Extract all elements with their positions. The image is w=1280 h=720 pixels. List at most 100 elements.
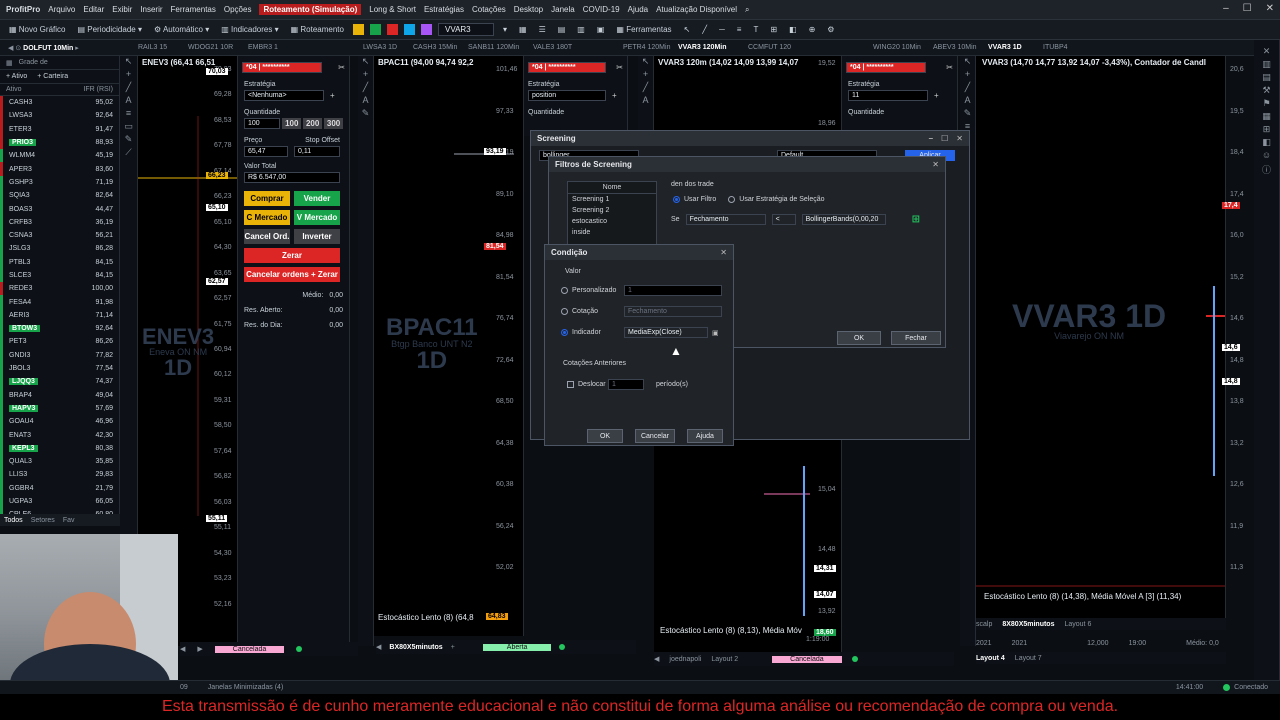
table-row[interactable]: FESA4 91,98: [0, 295, 119, 309]
cond-field[interactable]: BollingerBands(0,00,20: [801, 214, 886, 225]
cancel-ord-button[interactable]: Cancel Ord.: [244, 229, 290, 244]
right-news-icon[interactable]: ▦: [1254, 111, 1279, 124]
table-row[interactable]: JSLG3 86,28: [0, 242, 119, 256]
ticker-dropdown-icon[interactable]: ▾: [500, 24, 510, 35]
rect-tool-icon[interactable]: ▭: [120, 121, 137, 134]
chart-vvar3-1d[interactable]: VVAR3 (14,70 14,77 13,92 14,07 -3,43%), …: [976, 56, 1226, 626]
pointer-tool2-icon[interactable]: ↖: [358, 56, 373, 69]
tab-rail3[interactable]: RAIL3 15: [130, 44, 180, 51]
table-row[interactable]: HAPV3 57,69: [0, 401, 119, 416]
comprar-button[interactable]: Comprar: [244, 191, 290, 206]
table-row[interactable]: APER3 83,60: [0, 162, 119, 176]
footer4-layout7[interactable]: Layout 7: [1015, 655, 1042, 662]
cancelar-zerar-button[interactable]: Cancelar ordens + Zerar: [244, 267, 340, 282]
fibo-tool-icon[interactable]: ≡: [120, 108, 137, 121]
filtros-item-4[interactable]: inside: [568, 227, 656, 238]
periodicity-dropdown[interactable]: ▤ Periodicidade ▾: [74, 24, 145, 35]
status-minimized-windows[interactable]: Janelas Minimizadas (4): [208, 684, 283, 691]
right-layers-icon[interactable]: ◧: [1254, 137, 1279, 150]
menu-opcoes[interactable]: Opções: [224, 5, 252, 14]
qty-300-button[interactable]: 300: [324, 118, 343, 129]
shapes-icon[interactable]: ◧: [786, 24, 800, 35]
table-icon[interactable]: ▤: [555, 24, 569, 35]
menu-desktop[interactable]: Desktop: [514, 5, 543, 14]
menu-editar[interactable]: Editar: [83, 5, 104, 14]
footer3-prev-icon[interactable]: ◀: [654, 655, 659, 663]
personalizado-radio[interactable]: [561, 287, 568, 294]
color-yellow-icon[interactable]: [352, 24, 364, 35]
table-row[interactable]: SQIA3 82,64: [0, 189, 119, 203]
table-row[interactable]: SLCE3 84,15: [0, 268, 119, 283]
table-row[interactable]: ETER3 91,47: [0, 122, 119, 136]
table-row[interactable]: PTBL3 84,15: [0, 255, 119, 269]
right-close-icon[interactable]: ✕: [1254, 46, 1279, 59]
menu-covid[interactable]: COVID-19: [583, 5, 620, 14]
fibo-icon[interactable]: ≡: [734, 24, 745, 35]
menu-inserir[interactable]: Inserir: [140, 5, 162, 14]
tab-cash3[interactable]: CASH3 15Min: [405, 44, 460, 51]
estrategia-select-3[interactable]: 11: [848, 90, 928, 101]
condicao-close-icon[interactable]: ✕: [720, 248, 727, 257]
screening-min-icon[interactable]: –: [929, 134, 933, 143]
c-mercado-button[interactable]: C Mercado: [244, 210, 290, 225]
footer3-layout[interactable]: Layout 2: [711, 656, 738, 663]
condicao-cancelar-button[interactable]: Cancelar: [635, 429, 675, 443]
footer2-aberta[interactable]: Aberta: [482, 643, 552, 651]
color-purple-icon[interactable]: [420, 24, 432, 35]
watchlist-tab-ativo[interactable]: + Ativo: [6, 73, 27, 80]
color-blue-icon[interactable]: [403, 24, 415, 35]
chart-icon[interactable]: ▥: [574, 24, 588, 35]
footer4-layout4[interactable]: Layout 4: [976, 655, 1005, 662]
col-header-ativo[interactable]: Ativo: [6, 86, 22, 93]
right-tool-icon[interactable]: ⚒: [1254, 85, 1279, 98]
table-row[interactable]: BTOW3 92,64: [0, 322, 119, 336]
auto-dropdown[interactable]: ⚙ Automático ▾: [151, 24, 212, 35]
tab-wdog21[interactable]: WDOG21 10R: [180, 44, 240, 51]
text-icon[interactable]: T: [750, 24, 761, 35]
right-times-icon[interactable]: ▤: [1254, 72, 1279, 85]
minimize-icon[interactable]: –: [1223, 3, 1229, 14]
menu-roteamento-simulacao[interactable]: Roteamento (Simulação): [259, 4, 362, 15]
menu-arquivo[interactable]: Arquivo: [48, 5, 75, 14]
se-field[interactable]: Fechamento: [685, 214, 766, 225]
condicao-ajuda-button[interactable]: Ajuda: [687, 429, 723, 443]
filtros-item-1[interactable]: Screening 1: [568, 194, 656, 205]
ticker-input[interactable]: VVAR3: [437, 23, 494, 36]
text-tool3-icon[interactable]: A: [638, 95, 653, 108]
account-selector-1[interactable]: *04 | **********: [242, 62, 322, 73]
line-tool-icon[interactable]: ╱: [120, 82, 137, 95]
table-row[interactable]: GGBR4 21,79: [0, 481, 119, 495]
stop-offset-input[interactable]: 0,11: [294, 146, 340, 157]
line-tool4-icon[interactable]: ╱: [960, 82, 975, 95]
add-condition-icon[interactable]: ⊞: [912, 214, 920, 225]
tab-sanb11[interactable]: SANB11 120Min: [460, 44, 525, 51]
watchlist-tab-carteira[interactable]: + Carteira: [37, 73, 68, 80]
right-info-icon[interactable]: ⓘ: [1254, 163, 1279, 176]
table-row[interactable]: KEPL3 80,38: [0, 441, 119, 456]
menu-atualizacao[interactable]: Atualização Disponível: [656, 5, 737, 14]
tools-button[interactable]: ▦ Ferramentas: [613, 24, 674, 35]
maximize-icon[interactable]: ☐: [1243, 3, 1252, 14]
table-row[interactable]: PRIO3 88,93: [0, 135, 119, 150]
filtros-item-3[interactable]: estocastico: [568, 216, 656, 227]
footer2-layout[interactable]: BX80X5minutos: [389, 644, 442, 651]
new-chart-button[interactable]: ▦ Novo Gráfico: [6, 24, 68, 35]
indicador-radio[interactable]: [561, 329, 568, 336]
tools-icon-2[interactable]: ✂: [616, 63, 623, 72]
pencil-tool2-icon[interactable]: ✎: [358, 108, 373, 121]
filtros-fechar-button[interactable]: Fechar: [891, 331, 941, 345]
routing-button[interactable]: ▦ Roteamento: [288, 24, 347, 35]
menu-estrategias[interactable]: Estratégias: [424, 5, 464, 14]
pencil-tool4-icon[interactable]: ✎: [960, 108, 975, 121]
watchlist-grid-icon[interactable]: ▦: [6, 59, 13, 67]
table-row[interactable]: WLMM4 45,19: [0, 149, 119, 163]
footer2-prev-icon[interactable]: ◀: [376, 643, 381, 651]
screening-max-icon[interactable]: ☐: [941, 134, 948, 143]
add-strategy-icon-2[interactable]: +: [612, 91, 617, 100]
right-alert-icon[interactable]: ⚑: [1254, 98, 1279, 111]
usar-estrategia-radio[interactable]: [728, 196, 736, 203]
line-tool3-icon[interactable]: ╱: [638, 82, 653, 95]
estrategia-select-2[interactable]: position: [528, 90, 606, 101]
footer1-next-icon[interactable]: ▶: [197, 645, 202, 653]
menu-exibir[interactable]: Exibir: [112, 5, 132, 14]
